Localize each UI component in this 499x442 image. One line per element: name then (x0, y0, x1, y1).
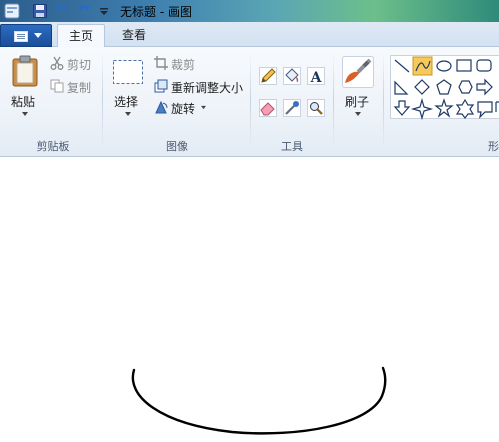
file-menu-button[interactable] (0, 24, 52, 47)
down-arrow-shape-icon[interactable] (393, 100, 411, 116)
six-point-star-shape-icon[interactable] (455, 98, 475, 119)
right-arrow-shape-icon[interactable] (476, 78, 493, 96)
text-tool-icon[interactable]: A (307, 67, 325, 85)
window-title: 无标题 - 画图 (120, 5, 192, 19)
resize-icon (154, 79, 168, 93)
ribbon-tab-row: 主页 查看 (0, 22, 499, 48)
tab-view[interactable]: 查看 (112, 24, 156, 47)
pencil-icon[interactable] (259, 67, 277, 85)
brushes-button[interactable]: 刷子 (345, 93, 369, 110)
rotate-button[interactable]: 旋转 (171, 100, 195, 117)
group-separator (333, 53, 334, 149)
tab-home[interactable]: 主页 (57, 24, 105, 48)
five-point-star-shape-icon[interactable] (434, 98, 454, 118)
save-icon[interactable] (32, 3, 48, 19)
crop-button[interactable]: 裁剪 (171, 56, 195, 73)
color-picker-icon[interactable] (283, 99, 301, 117)
shapes-gallery (390, 55, 499, 121)
paste-clipboard-icon[interactable] (11, 55, 39, 87)
crop-icon (154, 56, 168, 70)
drawing-canvas[interactable] (0, 158, 499, 442)
paint-app-icon[interactable] (4, 3, 20, 19)
resize-button[interactable]: 重新调整大小 (171, 79, 243, 96)
chevron-down-icon[interactable] (200, 105, 207, 110)
rounded-rectangle-shape-icon[interactable] (476, 59, 492, 72)
undo-icon[interactable] (54, 3, 70, 19)
diamond-shape-icon[interactable] (414, 79, 430, 95)
chevron-down-icon[interactable] (124, 111, 132, 117)
file-menu-icon (14, 31, 28, 42)
group-separator (102, 53, 103, 149)
redo-icon[interactable] (76, 3, 92, 19)
scissors-icon (50, 56, 64, 70)
line-shape-icon[interactable] (394, 59, 410, 73)
fill-bucket-icon[interactable] (283, 67, 301, 85)
curve-shape-icon[interactable] (412, 56, 433, 76)
magnifier-icon[interactable] (307, 99, 325, 117)
rotate-icon (155, 100, 168, 114)
canvas-drawing (131, 366, 387, 435)
group-separator (250, 53, 251, 149)
drawn-curve (131, 366, 387, 435)
copy-icon (50, 79, 64, 93)
ribbon-home: 粘贴 剪切 复制 剪贴板 选择 裁剪 重新调整大小 旋转 图像 A 工具 刷子 … (0, 47, 499, 157)
chevron-down-icon[interactable] (21, 111, 29, 117)
eraser-icon[interactable] (259, 99, 277, 117)
group-separator (383, 53, 384, 149)
rectangle-shape-icon[interactable] (456, 59, 472, 72)
svg-text:A: A (310, 70, 323, 85)
callout-shape-icon[interactable] (477, 101, 493, 119)
quick-access-dropdown-icon[interactable] (96, 3, 112, 19)
four-point-star-shape-icon[interactable] (410, 97, 434, 121)
tools-group-label: 工具 (281, 140, 303, 153)
chevron-down-icon (34, 33, 42, 38)
oval-shape-icon[interactable] (436, 60, 452, 72)
polygon-shape-icon[interactable] (394, 80, 409, 95)
shapes-group-label: 形 (488, 140, 499, 153)
copy-button[interactable]: 复制 (67, 79, 91, 96)
hexagon-shape-icon[interactable] (458, 80, 473, 94)
clipboard-group-label: 剪贴板 (36, 140, 70, 153)
image-group-label: 图像 (166, 140, 188, 153)
select-button[interactable]: 选择 (114, 93, 138, 110)
title-bar: 无标题 - 画图 (0, 0, 499, 22)
brush-icon[interactable] (342, 56, 374, 88)
select-rectangle-icon[interactable] (112, 59, 144, 85)
pentagon-shape-icon[interactable] (436, 79, 452, 95)
chevron-down-icon[interactable] (354, 111, 362, 117)
paste-button[interactable]: 粘贴 (11, 93, 35, 110)
cut-button[interactable]: 剪切 (67, 56, 91, 73)
